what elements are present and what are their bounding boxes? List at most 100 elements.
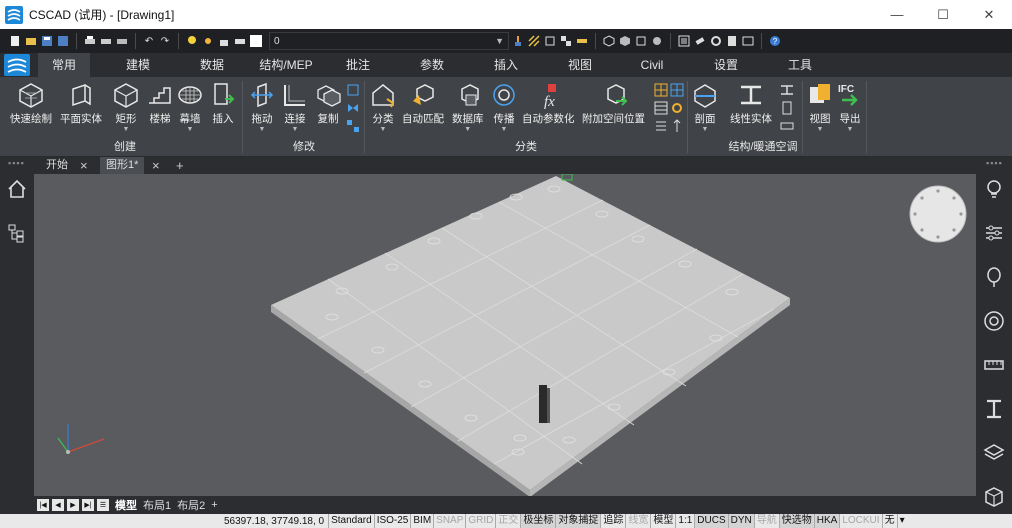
database-button[interactable]: 数据库 ▼ [452, 81, 484, 134]
tab-annotate[interactable]: 批注 [334, 53, 382, 77]
calculator-icon[interactable] [725, 34, 739, 48]
status-toggle-track[interactable]: 追踪 [600, 514, 625, 528]
tab-insert[interactable]: 插入 [482, 53, 530, 77]
box-icon[interactable] [634, 34, 648, 48]
duct-small-icon[interactable] [780, 119, 794, 133]
tab-settings[interactable]: 设置 [702, 53, 750, 77]
eraser-icon[interactable] [693, 34, 707, 48]
status-toggle-lockui[interactable]: LOCKUI [839, 514, 881, 528]
tab-civil[interactable]: Civil [628, 53, 676, 77]
group-icon[interactable] [559, 34, 573, 48]
i-beam-icon[interactable] [983, 398, 1005, 420]
column-element[interactable] [539, 385, 547, 423]
view-button[interactable]: 视图 ▼ [806, 81, 834, 134]
spatial-location-button[interactable]: 附加空间位置 [582, 81, 645, 126]
status-toggle-snap[interactable]: SNAP [433, 514, 465, 528]
rectangle-button[interactable]: 矩形 ▼ [112, 81, 140, 134]
cube-icon[interactable] [602, 34, 616, 48]
hatch-icon[interactable] [527, 34, 541, 48]
ruler-icon[interactable] [983, 354, 1005, 376]
propagate-panel-icon[interactable] [983, 310, 1005, 332]
tab-structure-mep[interactable]: 结构/MEP [252, 53, 320, 77]
status-toggle-osnap[interactable]: 对象捕捉 [555, 514, 601, 528]
linear-solid-button[interactable]: 线性实体 [730, 81, 772, 126]
auto-parametric-button[interactable]: fx 自动参数化 [522, 81, 575, 126]
arrows-small-icon[interactable] [670, 119, 684, 133]
close-tab-icon[interactable]: × [152, 157, 160, 174]
plot-icon[interactable] [115, 34, 129, 48]
help-icon[interactable]: ? [768, 34, 782, 48]
cube-solid-icon[interactable] [618, 34, 632, 48]
balloon-icon[interactable] [983, 266, 1005, 288]
tab-drawing1[interactable]: 图形1* [100, 157, 145, 174]
layer-dropdown[interactable]: 0 ▼ [269, 32, 509, 50]
status-model-space[interactable]: 模型 [650, 514, 675, 528]
tab-model[interactable]: 模型 [115, 497, 137, 513]
gear-small-icon[interactable] [670, 101, 684, 115]
curtain-wall-button[interactable]: 幕墙 ▼ [176, 81, 204, 134]
mirror-icon[interactable] [346, 101, 360, 115]
stairs-button[interactable]: 楼梯 [146, 81, 174, 126]
view-cube-icon[interactable] [909, 185, 967, 243]
list-small-icon[interactable] [654, 119, 668, 133]
last-layout-icon[interactable]: ▶| [82, 499, 94, 511]
drag-button[interactable]: 拖动 ▼ [248, 81, 276, 134]
maximize-button[interactable]: ☐ [920, 0, 966, 29]
settings-icon[interactable] [709, 34, 723, 48]
next-layout-icon[interactable]: ▶ [67, 499, 79, 511]
print-preview-icon[interactable] [99, 34, 113, 48]
tab-data[interactable]: 数据 [186, 53, 238, 77]
connect-button[interactable]: 连接 ▼ [281, 81, 309, 134]
properties-icon[interactable] [677, 34, 691, 48]
grid-blue-icon[interactable] [670, 83, 684, 97]
rotate-icon[interactable] [346, 83, 360, 97]
paint-brush-icon[interactable] [511, 34, 525, 48]
save-as-icon[interactable] [56, 34, 70, 48]
image-icon[interactable] [741, 34, 755, 48]
beam-small-icon[interactable] [780, 83, 794, 97]
tab-start[interactable]: 开始 [46, 157, 68, 174]
close-button[interactable]: ✕ [966, 0, 1012, 29]
undo-icon[interactable]: ↶ [142, 34, 156, 48]
measure-icon[interactable] [575, 34, 589, 48]
save-icon[interactable] [40, 34, 54, 48]
propagate-button[interactable]: 传播 ▼ [490, 81, 518, 134]
status-toggle-dyn[interactable]: DYN [727, 514, 754, 528]
layer-sun-icon[interactable] [201, 34, 215, 48]
status-toggle-navigate[interactable]: 导航 [753, 514, 779, 528]
status-item[interactable]: ISO-25 [373, 514, 411, 528]
layer-color-swatch-icon[interactable] [249, 34, 263, 48]
status-toggle-grid[interactable]: GRID [465, 514, 495, 528]
tab-modeling[interactable]: 建模 [112, 53, 164, 77]
status-scale[interactable]: 1:1 [675, 514, 694, 528]
new-tab-button[interactable]: + [176, 157, 184, 174]
open-file-icon[interactable] [24, 34, 38, 48]
status-item[interactable]: Standard [328, 514, 374, 528]
status-toggle-ortho[interactable]: 正交 [495, 514, 520, 528]
copy-button[interactable]: 复制 [314, 81, 342, 126]
auto-match-button[interactable]: 自动匹配 [402, 81, 444, 126]
status-toggle-quick-select[interactable]: 快选物 [778, 514, 814, 528]
tab-home[interactable]: 常用 [38, 53, 90, 77]
status-item-none[interactable]: 无 [881, 514, 897, 528]
sliders-icon[interactable] [983, 222, 1005, 244]
prev-layout-icon[interactable]: ◀ [52, 499, 64, 511]
layers-icon[interactable] [983, 442, 1005, 464]
classify-button[interactable]: 分类 ▼ [369, 81, 397, 134]
export-ifc-button[interactable]: IFC 导出 ▼ [836, 81, 864, 134]
add-layout-button[interactable]: + [211, 499, 217, 511]
cube-panel-icon[interactable] [983, 486, 1005, 508]
layer-bulb-icon[interactable] [185, 34, 199, 48]
plane-solid-button[interactable]: 平面实体 [60, 81, 102, 126]
status-toggle-lineweight[interactable]: 线宽 [625, 514, 650, 528]
light-bulb-icon[interactable] [983, 178, 1005, 200]
status-menu-chevron-icon[interactable]: ▾ [896, 514, 907, 528]
drawing-viewport[interactable] [34, 174, 976, 496]
tab-layout2[interactable]: 布局2 [177, 497, 205, 513]
status-item[interactable]: BIM [410, 514, 433, 528]
layer-lock-icon[interactable] [217, 34, 231, 48]
status-toggle-polar[interactable]: 极坐标 [520, 514, 556, 528]
section-button[interactable]: 剖面 ▼ [691, 81, 719, 134]
layer-print-icon[interactable] [233, 34, 247, 48]
tab-parameters[interactable]: 参数 [408, 53, 456, 77]
